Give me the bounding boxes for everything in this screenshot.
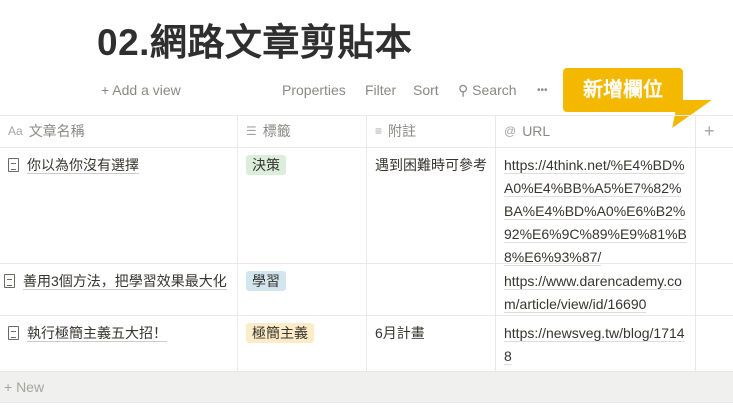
tag: 極簡主義 (246, 323, 314, 343)
page-icon (8, 326, 19, 340)
search-button[interactable]: ⚲ Search (458, 82, 517, 99)
note: 6月計畫 (367, 316, 496, 371)
table-row[interactable]: 善用3個方法，把學習效果最大化 學習 https://www.darencade… (0, 264, 733, 316)
table-row[interactable]: 執行極簡主義五大招！ 極簡主義 6月計畫 https://newsveg.tw/… (0, 316, 733, 372)
add-column-button[interactable]: + (696, 116, 733, 147)
row-title[interactable]: 你以為你沒有選擇 (27, 157, 139, 174)
row-title[interactable]: 執行極簡主義五大招！ (27, 325, 167, 342)
tag: 決策 (246, 155, 286, 175)
table-header: Aa 文章名稱 ☰ 標籤 ≡ 附註 @ URL + (0, 115, 733, 148)
callout-label: 新增欄位 (563, 68, 683, 112)
note: 遇到困難時可參考 (367, 148, 496, 263)
page-icon (8, 158, 19, 172)
page-icon (4, 274, 15, 288)
row-title[interactable]: 善用3個方法，把學習效果最大化 (23, 273, 227, 290)
column-header-name[interactable]: Aa 文章名稱 (0, 116, 238, 147)
tag: 學習 (246, 271, 286, 291)
lines-icon: ≡ (375, 124, 383, 138)
filter-button[interactable]: Filter (365, 82, 396, 98)
url-link[interactable]: https://newsveg.tw/blog/17148 (504, 325, 685, 365)
table-row[interactable]: 你以為你沒有選擇 決策 遇到困難時可參考 https://4think.net/… (0, 148, 733, 266)
page-title: 02.網路文章剪貼本 (97, 22, 413, 63)
properties-button[interactable]: Properties (282, 82, 346, 98)
database-table: Aa 文章名稱 ☰ 標籤 ≡ 附註 @ URL + 你以為你沒有選擇 決策 遇到困難時可… (0, 115, 733, 372)
sort-button[interactable]: Sort (413, 82, 439, 98)
list-icon: ☰ (246, 124, 257, 138)
column-header-tags[interactable]: ☰ 標籤 (238, 116, 367, 147)
url-link[interactable]: https://www.darencademy.com/article/view… (504, 273, 682, 313)
column-header-notes[interactable]: ≡ 附註 (367, 116, 496, 147)
more-icon[interactable]: ••• (537, 85, 548, 96)
column-header-url[interactable]: @ URL (496, 116, 696, 147)
link-icon: @ (504, 124, 517, 138)
url-link[interactable]: https://4think.net/%E4%BD%A0%E4%BB%A5%E7… (504, 157, 687, 266)
text-icon: Aa (8, 124, 23, 138)
search-icon: ⚲ (458, 82, 469, 98)
add-view-button[interactable]: + Add a view (101, 82, 181, 98)
note (367, 264, 496, 315)
new-row-button[interactable]: + New (0, 372, 733, 403)
